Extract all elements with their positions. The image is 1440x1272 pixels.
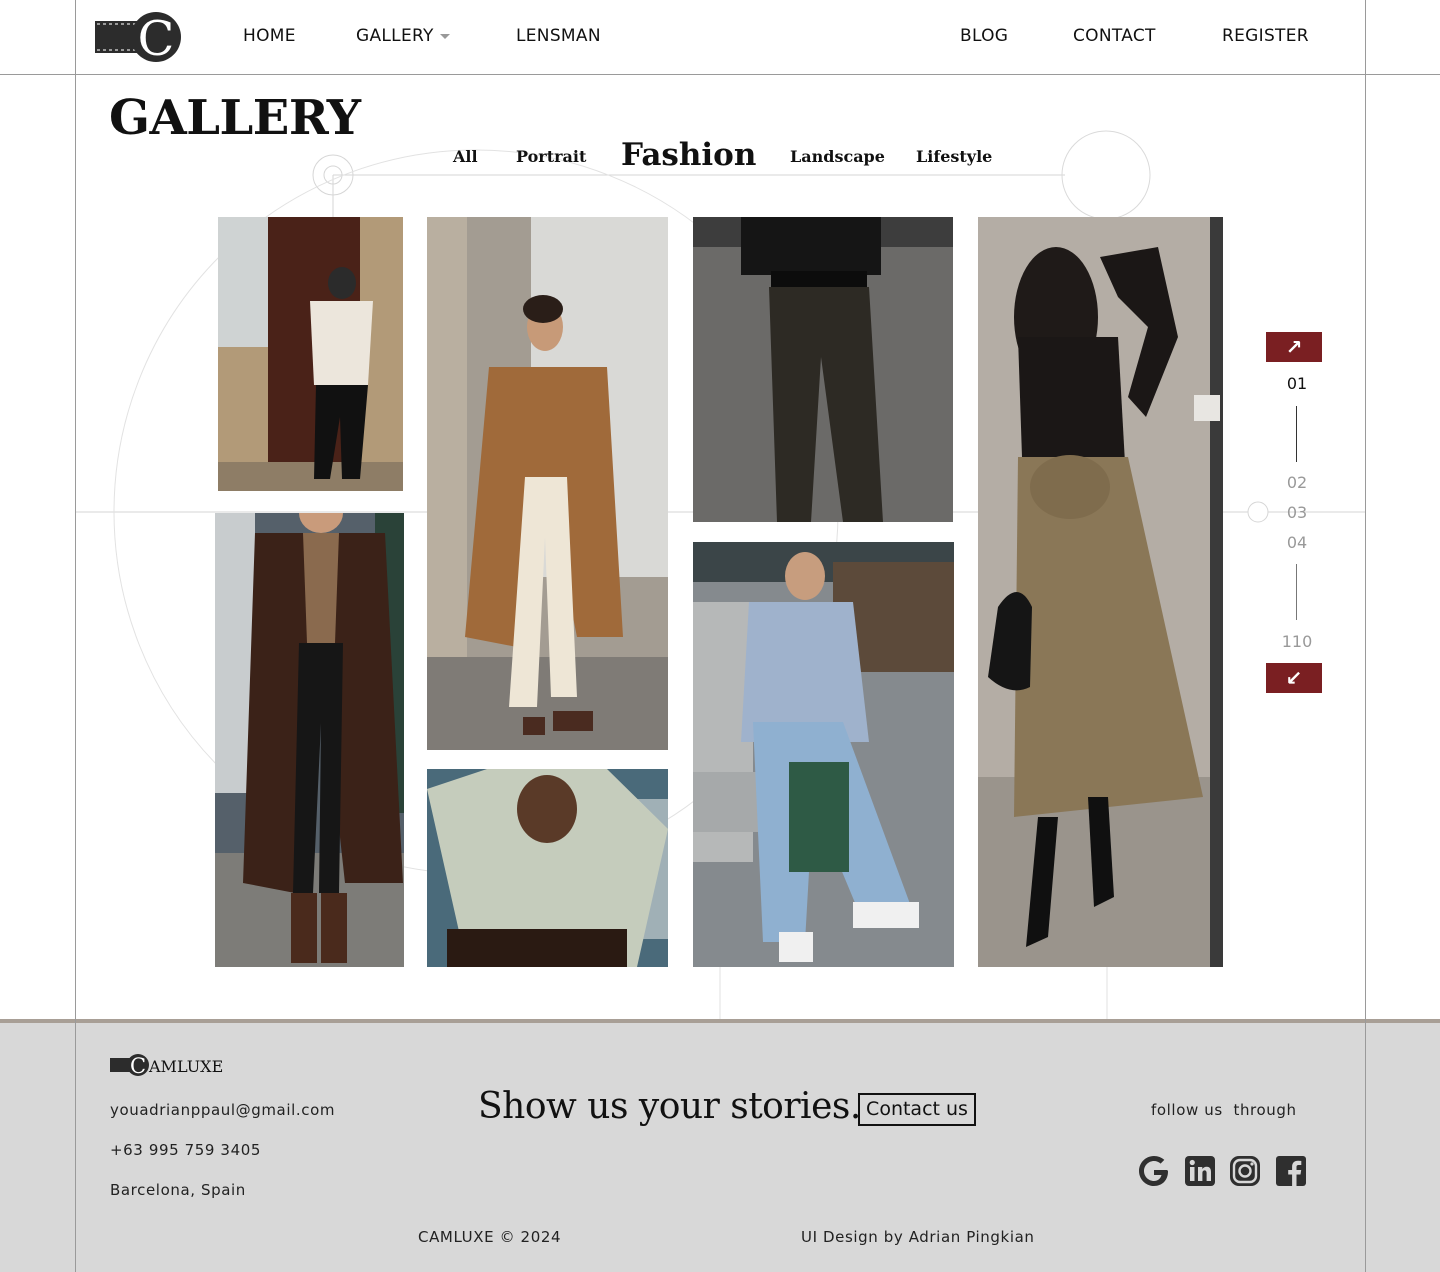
footer-copyright: CAMLUXE © 2024 [418,1228,562,1246]
footer-email[interactable]: youadrianppaul@gmail.com [110,1101,335,1119]
footer-phone: +63 995 759 3405 [110,1141,261,1159]
nav-home[interactable]: HOME [243,26,296,46]
page-link[interactable]: 04 [1266,533,1328,552]
page-link[interactable]: 03 [1266,503,1328,522]
svg-text:C: C [130,1054,146,1077]
page-up-button[interactable]: ↗ [1266,332,1322,362]
gallery-photo[interactable] [978,217,1223,967]
gallery-photo[interactable] [693,542,954,967]
arrow-down-icon: ↙ [1285,666,1303,690]
top-navbar: C HOME GALLERY LENSMAN BLOG CONTACT REGI… [0,0,1440,75]
gallery-photo[interactable] [427,769,668,967]
camluxe-logo[interactable]: C [95,11,183,63]
filter-all[interactable]: All [453,147,478,166]
footer-brand: AMLUXE [149,1057,224,1076]
footer-location: Barcelona, Spain [110,1181,246,1199]
pager-divider [1296,564,1297,620]
page-last[interactable]: 110 [1266,632,1328,651]
nav-contact[interactable]: CONTACT [1073,26,1156,46]
gallery-photo[interactable] [693,217,953,522]
nav-lensman[interactable]: LENSMAN [516,26,601,46]
gallery-photo[interactable] [218,217,403,491]
footer-credit: UI Design by Adrian Pingkian [801,1228,1035,1246]
page-down-button[interactable]: ↙ [1266,663,1322,693]
page-link[interactable]: 02 [1266,473,1328,492]
filter-lifestyle[interactable]: Lifestyle [916,147,992,166]
gallery-photo[interactable] [427,217,668,750]
linkedin-icon[interactable] [1183,1154,1217,1188]
camluxe-logo-mark: C [110,1054,149,1077]
google-icon[interactable] [1137,1154,1171,1188]
filter-landscape[interactable]: Landscape [790,147,885,166]
page-current: 01 [1286,374,1308,393]
footer-tagline: Show us your stories. [478,1086,861,1127]
instagram-icon[interactable] [1228,1154,1262,1188]
page-title: GALLERY [109,90,361,146]
filter-portrait[interactable]: Portrait [516,147,586,166]
chevron-down-icon [439,33,450,39]
nav-blog[interactable]: BLOG [960,26,1008,46]
arrow-up-icon: ↗ [1285,335,1303,359]
pager-divider [1296,406,1297,462]
facebook-icon[interactable] [1274,1154,1308,1188]
frame-line-right-footer [1365,1019,1366,1272]
svg-text:C: C [138,11,175,63]
contact-us-button[interactable]: Contact us [858,1093,976,1126]
frame-line-left-footer [75,1019,76,1272]
filter-fashion[interactable]: Fashion [621,137,756,173]
follow-label: follow us through [1151,1101,1297,1119]
nav-register[interactable]: REGISTER [1222,26,1309,46]
gallery-photo[interactable] [215,513,404,967]
nav-gallery-label: GALLERY [356,26,434,46]
nav-gallery[interactable]: GALLERY [356,26,450,46]
